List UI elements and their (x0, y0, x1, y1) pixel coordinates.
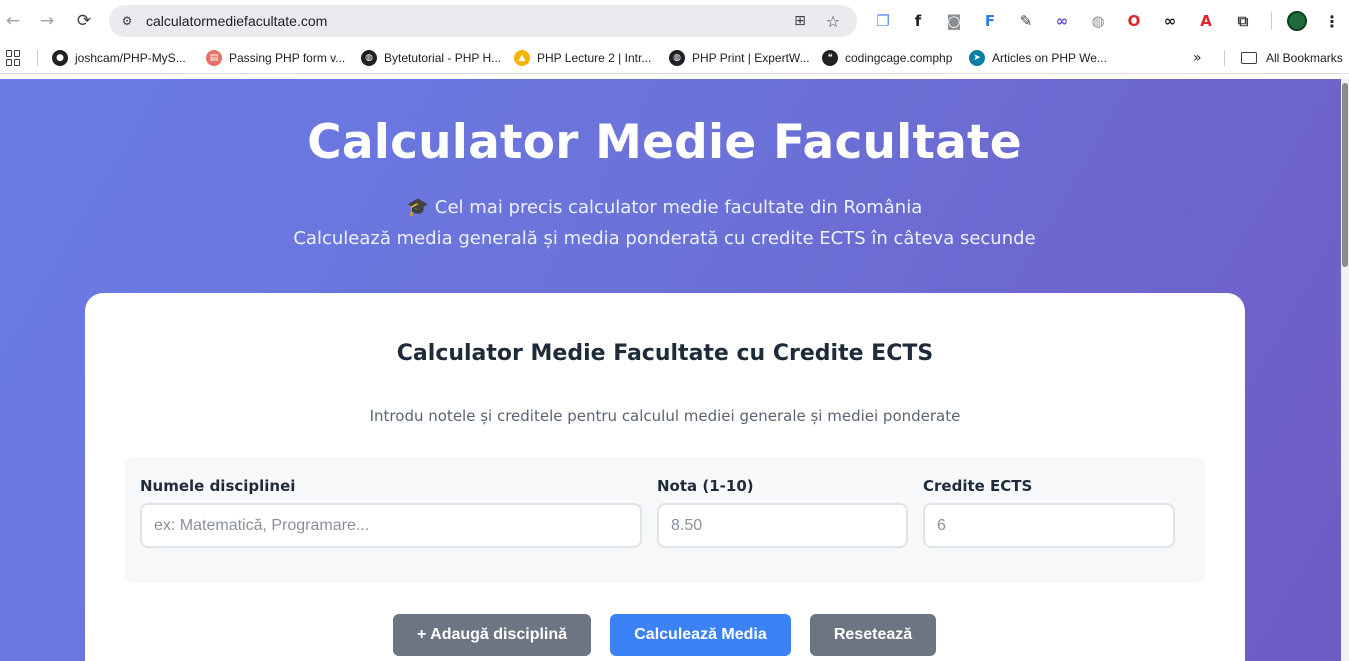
globe-icon: ◍ (669, 50, 685, 66)
puzzle-ext-icon[interactable]: ⧉ (1233, 11, 1253, 31)
credits-input[interactable] (923, 503, 1175, 548)
hero-subtitle: 🎓 Cel mai precis calculator medie facult… (406, 197, 923, 218)
subject-label: Numele disciplinei (140, 477, 296, 495)
card-title: Calculator Medie Facultate cu Credite EC… (396, 341, 934, 366)
page-content: Calculator Medie Facultate 🎓 Cel mai pre… (0, 79, 1341, 661)
reset-button[interactable]: Resetează (810, 614, 936, 656)
bookmarks-divider (1224, 50, 1225, 66)
all-bookmarks-label: All Bookmarks (1266, 51, 1343, 65)
subject-input[interactable] (140, 503, 642, 548)
reload-icon[interactable]: ⟳ (72, 9, 96, 33)
calculator-card: Calculator Medie Facultate cu Credite EC… (85, 293, 1245, 661)
layers-ext-icon[interactable]: ❐ (873, 11, 893, 31)
profile-avatar[interactable] (1287, 11, 1307, 31)
translate-icon[interactable]: ⊞ (790, 11, 810, 31)
bookmark-item[interactable]: ◍ PHP Print | ExpertW... (669, 49, 810, 67)
scrollbar-thumb[interactable] (1342, 83, 1348, 267)
all-bookmarks-button[interactable]: All Bookmarks (1241, 49, 1343, 67)
formula-ext-icon[interactable]: f (908, 11, 928, 31)
bookmark-label: PHP Lecture 2 | Intr... (537, 51, 652, 65)
drive-icon: ▲ (514, 50, 530, 66)
camera-ext-icon[interactable]: ◙ (944, 11, 964, 31)
apps-grid-icon[interactable] (6, 50, 22, 66)
toolbar-divider (1271, 12, 1272, 30)
bookmark-star-icon[interactable]: ☆ (823, 11, 843, 31)
address-bar[interactable]: ⚙ calculatormediefacultate.com ⊞ ☆ (109, 5, 857, 37)
infinity-ext-icon[interactable]: ∞ (1160, 11, 1180, 31)
bookmark-label: Bytetutorial - PHP H... (384, 51, 502, 65)
pdf-ext-icon[interactable]: A (1196, 11, 1216, 31)
ft-ext-icon[interactable]: F (980, 11, 1000, 31)
folder-icon (1241, 52, 1257, 64)
credits-label: Credite ECTS (923, 477, 1033, 495)
opera-ext-icon[interactable]: O (1124, 11, 1144, 31)
page-scrollbar[interactable] (1341, 79, 1349, 661)
url-text[interactable]: calculatormediefacultate.com (146, 13, 327, 29)
bookmark-item[interactable]: ● joshcam/PHP-MyS... (52, 49, 186, 67)
bookmark-item[interactable]: ▤ Passing PHP form v... (206, 49, 345, 67)
bookmark-label: PHP Print | ExpertW... (692, 51, 810, 65)
add-subject-button[interactable]: + Adaugă disciplină (393, 614, 591, 656)
quote-icon: ❝ (822, 50, 838, 66)
forward-arrow-icon[interactable]: → (35, 9, 59, 33)
back-arrow-icon[interactable]: ← (1, 9, 25, 33)
bookmarks-divider (37, 50, 38, 66)
grade-input[interactable] (657, 503, 908, 548)
calculate-button[interactable]: Calculează Media (610, 614, 791, 656)
github-icon: ● (52, 50, 68, 66)
page-icon: ▤ (206, 50, 222, 66)
card-description: Introdu notele și creditele pentru calcu… (369, 407, 961, 425)
bookmark-label: Articles on PHP We... (992, 51, 1107, 65)
bookmark-item[interactable]: ❝ codingcage.comphp (822, 49, 952, 67)
browser-toolbar: ← → ⟳ ⚙ calculatormediefacultate.com ⊞ ☆… (0, 0, 1349, 42)
bookmark-item[interactable]: ◍ Bytetutorial - PHP H... (361, 49, 501, 67)
arrow-icon: ➤ (969, 50, 985, 66)
bookmark-label: Passing PHP form v... (229, 51, 346, 65)
globe-ext-icon[interactable]: ◍ (1088, 11, 1108, 31)
globe-icon: ◍ (361, 50, 377, 66)
bookmark-item[interactable]: ▲ PHP Lecture 2 | Intr... (514, 49, 651, 67)
browser-menu-icon[interactable]: ⋮ (1322, 10, 1342, 32)
feather-ext-icon[interactable]: ✎ (1016, 11, 1036, 31)
grade-label: Nota (1-10) (657, 477, 754, 495)
bookmark-label: joshcam/PHP-MyS... (75, 51, 186, 65)
more-bookmarks-icon[interactable]: » (1193, 50, 1202, 66)
bookmark-item[interactable]: ➤ Articles on PHP We... (969, 49, 1107, 67)
bookmarks-bar: ● joshcam/PHP-MyS... ▤ Passing PHP form v..… (0, 42, 1349, 74)
link-ext-icon[interactable]: ∞ (1052, 11, 1072, 31)
subject-form-row: Numele disciplinei Nota (1-10) Credite E… (125, 457, 1205, 583)
hero-description: Calculează media generală și media ponde… (293, 228, 1036, 249)
page-title: Calculator Medie Facultate (307, 115, 1022, 170)
site-info-icon[interactable]: ⚙ (117, 11, 137, 31)
bookmark-label: codingcage.comphp (845, 51, 953, 65)
